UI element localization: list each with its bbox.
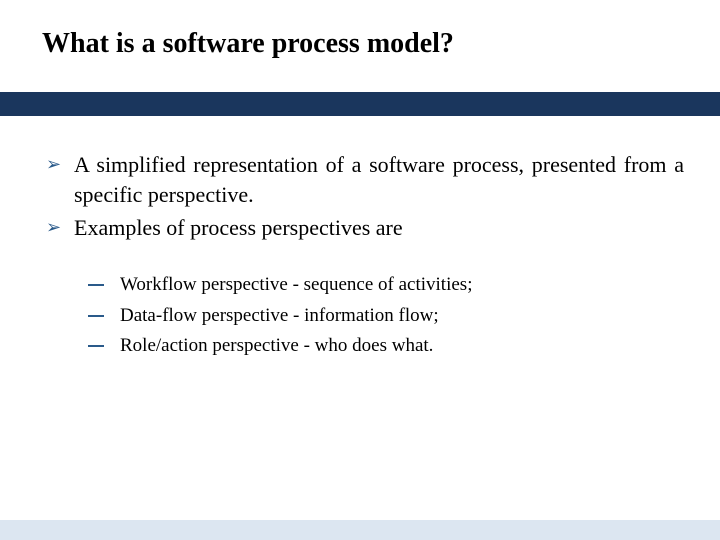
sub-bullet-list: Workflow perspective - sequence of activ… [84, 271, 684, 361]
title-region: What is a software process model? [42, 28, 680, 60]
bullet-item: Examples of process perspectives are [42, 213, 684, 243]
sub-bullet-item: Workflow perspective - sequence of activ… [84, 271, 684, 300]
content-region: A simplified representation of a softwar… [42, 150, 684, 363]
main-bullet-list: A simplified representation of a softwar… [42, 150, 684, 243]
slide: What is a software process model? A simp… [0, 0, 720, 540]
slide-title: What is a software process model? [42, 28, 680, 60]
footer-bar [0, 520, 720, 540]
accent-bar [0, 92, 720, 116]
bullet-item: A simplified representation of a softwar… [42, 150, 684, 209]
sub-bullet-item: Data-flow perspective - information flow… [84, 302, 684, 331]
sub-bullet-item: Role/action perspective - who does what. [84, 332, 684, 361]
